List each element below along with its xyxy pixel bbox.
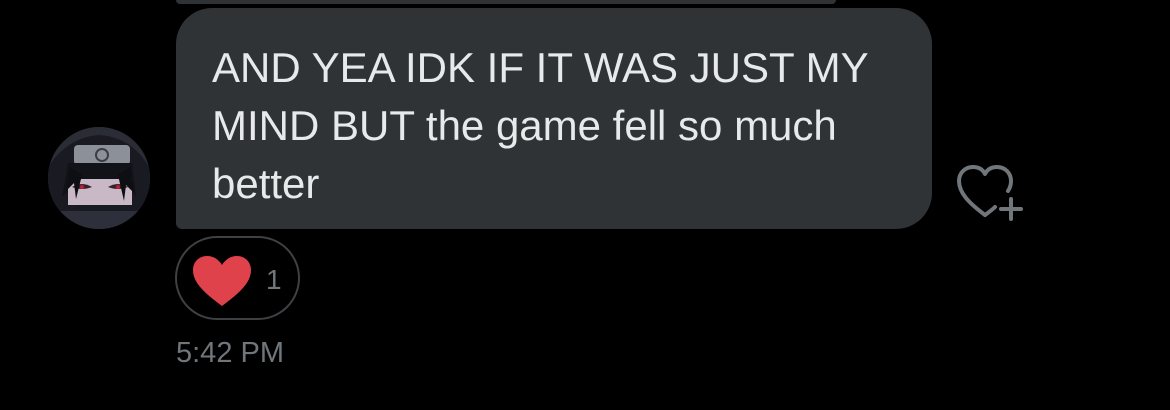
message-bubble[interactable]: AND YEA IDK IF IT WAS JUST MY MIND BUT t… bbox=[176, 8, 932, 229]
add-reaction-button[interactable] bbox=[955, 163, 1027, 223]
red-heart-icon bbox=[193, 256, 251, 306]
avatar[interactable] bbox=[48, 127, 150, 229]
message-timestamp: 5:42 PM bbox=[176, 337, 284, 369]
reaction-count: 1 bbox=[266, 264, 282, 295]
message-text: AND YEA IDK IF IT WAS JUST MY MIND BUT t… bbox=[212, 44, 868, 207]
reaction-pill[interactable]: 1 bbox=[175, 236, 300, 320]
anime-character-avatar-icon bbox=[48, 127, 150, 229]
dm-conversation-view: AND YEA IDK IF IT WAS JUST MY MIND BUT t… bbox=[0, 0, 1170, 410]
previous-message-bubble-edge bbox=[176, 0, 836, 4]
heart-plus-icon bbox=[957, 165, 1023, 221]
